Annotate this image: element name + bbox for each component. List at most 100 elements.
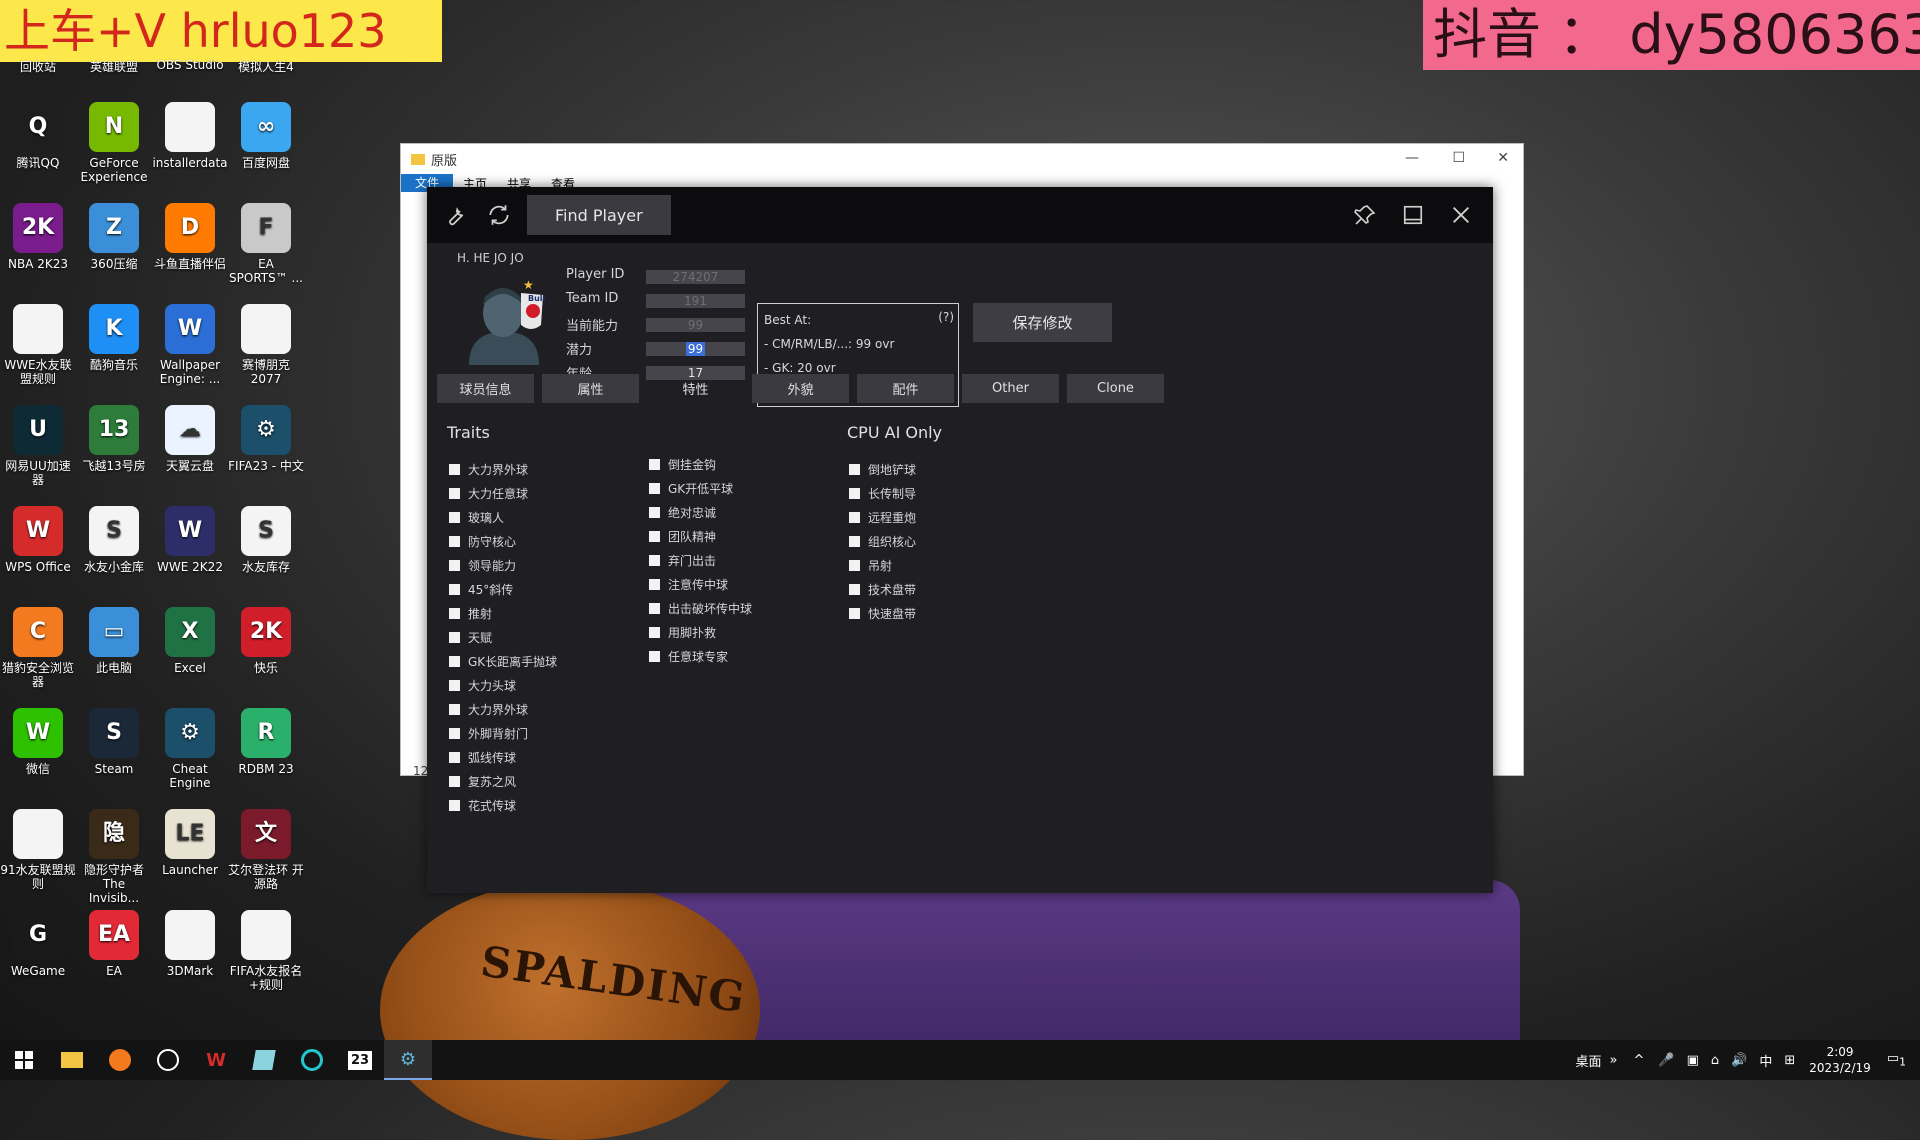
checkbox-box[interactable] [449,680,460,691]
desktop-icon[interactable]: 隐隐形守护者 The Invisib... [76,809,152,905]
tab-player-info[interactable]: 球员信息 [437,374,534,403]
desktop-toolbar-label[interactable]: 桌面 [1576,1051,1602,1070]
file-explorer-taskbar-icon[interactable] [48,1040,96,1080]
cheetah-browser-taskbar-icon[interactable] [96,1040,144,1080]
desktop-icon[interactable]: 13 飞越13号房 [76,405,152,473]
checkbox-box[interactable] [449,584,460,595]
team-id-field[interactable]: 191 [646,294,745,308]
desktop-icon[interactable]: ⚙ Cheat Engine [152,708,228,790]
clock[interactable]: 2:09 2023/2/19 [1809,1044,1871,1076]
ime-indicator[interactable]: 中 [1759,1051,1772,1070]
microphone-icon[interactable]: 🎤 [1658,1053,1674,1068]
checkbox-box[interactable] [649,627,660,638]
checkbox-box[interactable] [849,464,860,475]
desktop-icon[interactable]: Q 腾讯QQ [0,102,76,170]
trait-checkbox[interactable]: 天赋 [449,629,492,646]
chevron-right-icon[interactable]: » [1610,1053,1618,1068]
desktop-icon[interactable]: 91水友联盟规则 [0,809,76,891]
desktop-icon[interactable]: U 网易UU加速器 [0,405,76,487]
desktop-icon[interactable]: ∞ 百度网盘 [228,102,304,170]
camera-icon[interactable]: ▣ [1687,1053,1699,1068]
tab-other[interactable]: Other [962,374,1059,403]
trait-checkbox[interactable]: 领导能力 [449,557,516,574]
checkbox-box[interactable] [449,656,460,667]
cheat-engine-taskbar-icon[interactable]: ⚙ [384,1040,432,1080]
checkbox-box[interactable] [649,555,660,566]
checkbox-box[interactable] [649,651,660,662]
chevron-up-icon[interactable]: ^ [1634,1053,1645,1068]
cpu-trait-checkbox[interactable]: 快速盘带 [849,605,916,622]
checkbox-box[interactable] [449,536,460,547]
potential-field[interactable]: 99 [646,342,745,356]
trait-checkbox[interactable]: 任意球专家 [649,648,728,665]
trait-checkbox[interactable]: 外脚背射门 [449,725,528,742]
desktop-icon[interactable]: 赛博朋克 2077 [228,304,304,386]
desktop-icon[interactable]: EA EA [76,910,152,978]
trait-checkbox[interactable]: 花式传球 [449,797,516,814]
desktop-label-sims4[interactable]: 模拟人生4 [228,58,304,75]
checkbox-box[interactable] [649,507,660,518]
trait-checkbox[interactable]: 大力界外球 [449,701,528,718]
desktop-icon[interactable]: W Wallpaper Engine: ... [152,304,228,386]
desktop-icon[interactable]: Z 360压缩 [76,203,152,271]
minimize-icon[interactable]: — [1405,150,1419,166]
trait-checkbox[interactable]: 45°斜传 [449,581,513,598]
current-ability-field[interactable]: 99 [646,318,745,332]
checkbox-box[interactable] [449,704,460,715]
trait-checkbox[interactable]: 大力头球 [449,677,516,694]
desktop-icon[interactable]: W WPS Office [0,506,76,574]
checkbox-box[interactable] [449,512,460,523]
cpu-trait-checkbox[interactable]: 倒地铲球 [849,461,916,478]
desktop-icon[interactable]: S 水友小金库 [76,506,152,574]
obs-taskbar-icon[interactable] [144,1040,192,1080]
notes-taskbar-icon[interactable] [240,1040,288,1080]
pin-icon[interactable] [1343,193,1387,237]
trait-checkbox[interactable]: 团队精神 [649,528,716,545]
checkbox-box[interactable] [449,560,460,571]
trait-checkbox[interactable]: GK开低平球 [649,480,733,497]
checkbox-box[interactable] [649,531,660,542]
desktop-icon[interactable]: FIFA水友报名+规则 [228,910,304,992]
close-icon[interactable]: ✕ [1497,150,1509,166]
tab-appearance[interactable]: 外貌 [752,374,849,403]
desktop-icon[interactable]: S 水友库存 [228,506,304,574]
desktop-icon[interactable]: W WWE 2K22 [152,506,228,574]
volume-icon[interactable]: 🔊 [1731,1053,1747,1068]
desktop-icon[interactable]: S Steam [76,708,152,776]
close-icon[interactable] [1439,193,1483,237]
tab-attributes[interactable]: 属性 [542,374,639,403]
checkbox-box[interactable] [649,579,660,590]
trait-checkbox[interactable]: 防守核心 [449,533,516,550]
checkbox-box[interactable] [849,512,860,523]
checkbox-box[interactable] [449,776,460,787]
checkbox-box[interactable] [849,560,860,571]
player-id-field[interactable]: 274207 [646,270,745,284]
tab-traits[interactable]: 特性 [647,374,744,403]
trait-checkbox[interactable]: GK长距离手抛球 [449,653,557,670]
checkbox-box[interactable] [449,800,460,811]
trait-checkbox[interactable]: 绝对忠诚 [649,504,716,521]
trait-checkbox[interactable]: 出击破坏传中球 [649,600,752,617]
checkbox-box[interactable] [649,459,660,470]
checkbox-box[interactable] [449,608,460,619]
desktop-icon[interactable]: G WeGame [0,910,76,978]
cpu-trait-checkbox[interactable]: 技术盘带 [849,581,916,598]
desktop-icon[interactable]: X Excel [152,607,228,675]
desktop-icon[interactable]: ▭ 此电脑 [76,607,152,675]
uu-taskbar-icon[interactable] [288,1040,336,1080]
desktop-label-obs[interactable]: OBS Studio [152,58,228,72]
wrench-icon[interactable] [433,193,477,237]
desktop-icon[interactable]: D 斗鱼直播伴侣 [152,203,228,271]
trait-checkbox[interactable]: 倒挂金钩 [649,456,716,473]
tab-clone[interactable]: Clone [1067,374,1164,403]
checkbox-box[interactable] [849,584,860,595]
refresh-icon[interactable] [477,193,521,237]
wps-taskbar-icon[interactable]: W [192,1040,240,1080]
checkbox-box[interactable] [449,464,460,475]
trait-checkbox[interactable]: 推射 [449,605,492,622]
desktop-icon[interactable]: W 微信 [0,708,76,776]
checkbox-box[interactable] [849,488,860,499]
trait-checkbox[interactable]: 用脚扑救 [649,624,716,641]
save-changes-button[interactable]: 保存修改 [973,303,1112,342]
desktop-icon[interactable]: LE Launcher [152,809,228,877]
